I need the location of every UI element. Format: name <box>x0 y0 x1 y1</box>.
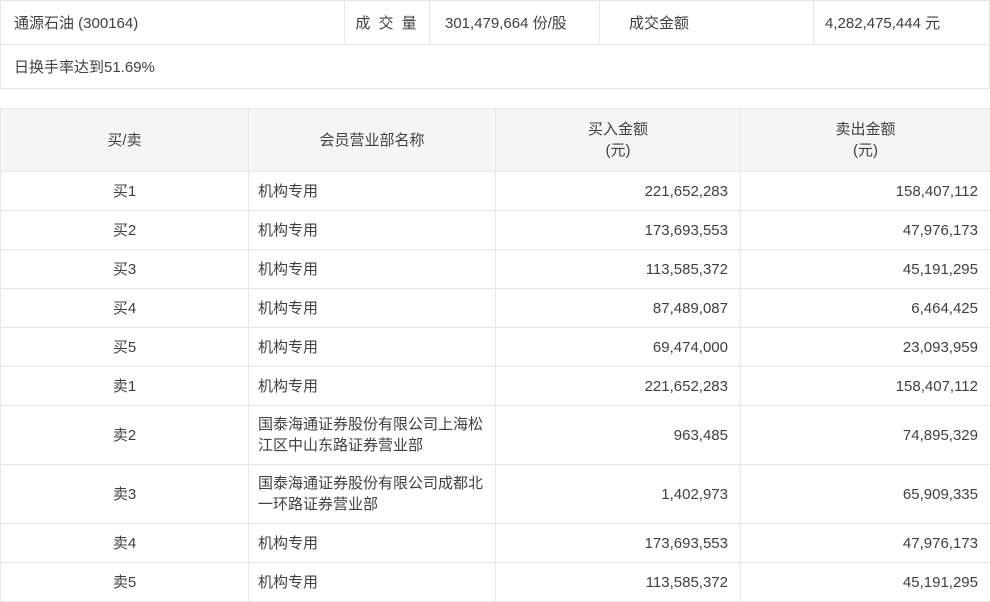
broker-name-cell: 机构专用 <box>249 367 496 406</box>
buy-amount-cell: 1,402,973 <box>496 465 741 524</box>
broker-name-cell: 机构专用 <box>249 328 496 367</box>
header-buy-sell: 买/卖 <box>1 109 249 172</box>
sell-amount-cell: 158,407,112 <box>741 367 990 406</box>
header-broker-name: 会员营业部名称 <box>249 109 496 172</box>
broker-name-cell: 国泰海通证券股份有限公司成都北一环路证券营业部 <box>249 465 496 524</box>
buy-amount-cell: 963,485 <box>496 406 741 465</box>
side-cell: 买1 <box>1 172 249 211</box>
broker-name-cell: 机构专用 <box>249 211 496 250</box>
header-sell-amount: 卖出金额 (元) <box>741 109 990 172</box>
table-row: 买2 机构专用 173,693,553 47,976,173 <box>1 211 990 250</box>
broker-name-cell: 机构专用 <box>249 524 496 563</box>
broker-rankings-table: 买/卖 会员营业部名称 买入金额 (元) 卖出金额 (元) 买1 机构专用 22… <box>0 108 990 602</box>
broker-name-cell: 机构专用 <box>249 172 496 211</box>
buy-amount-cell: 113,585,372 <box>496 563 741 602</box>
turnover-rate-note: 日换手率达到51.69% <box>1 45 989 88</box>
table-row: 买1 机构专用 221,652,283 158,407,112 <box>1 172 990 211</box>
buy-amount-cell: 221,652,283 <box>496 367 741 406</box>
table-row: 买4 机构专用 87,489,087 6,464,425 <box>1 289 990 328</box>
sell-amount-cell: 45,191,295 <box>741 250 990 289</box>
broker-name-cell: 机构专用 <box>249 289 496 328</box>
sell-amount-cell: 65,909,335 <box>741 465 990 524</box>
table-row: 卖2 国泰海通证券股份有限公司上海松江区中山东路证券营业部 963,485 74… <box>1 406 990 465</box>
header-buy-amount-unit: (元) <box>497 140 739 161</box>
header-buy-amount-label: 买入金额 <box>497 119 739 140</box>
side-cell: 卖2 <box>1 406 249 465</box>
volume-label: 成 交 量 <box>345 1 430 44</box>
table-row: 卖1 机构专用 221,652,283 158,407,112 <box>1 367 990 406</box>
side-cell: 卖5 <box>1 563 249 602</box>
sell-amount-cell: 45,191,295 <box>741 563 990 602</box>
side-cell: 买5 <box>1 328 249 367</box>
side-cell: 买3 <box>1 250 249 289</box>
table-row: 卖4 机构专用 173,693,553 47,976,173 <box>1 524 990 563</box>
side-cell: 买4 <box>1 289 249 328</box>
turnover-amount-label: 成交金额 <box>600 1 814 44</box>
sell-amount-cell: 74,895,329 <box>741 406 990 465</box>
side-cell: 卖1 <box>1 367 249 406</box>
side-cell: 买2 <box>1 211 249 250</box>
summary-bar: 通源石油 (300164) 成 交 量 301,479,664 份/股 成交金额… <box>0 0 990 89</box>
broker-name-cell: 机构专用 <box>249 563 496 602</box>
side-cell: 卖4 <box>1 524 249 563</box>
buy-amount-cell: 173,693,553 <box>496 211 741 250</box>
header-sell-amount-unit: (元) <box>742 140 989 161</box>
side-cell: 卖3 <box>1 465 249 524</box>
broker-name-cell: 机构专用 <box>249 250 496 289</box>
table-header-row: 买/卖 会员营业部名称 买入金额 (元) 卖出金额 (元) <box>1 109 990 172</box>
volume-value: 301,479,664 份/股 <box>430 1 600 44</box>
sell-amount-cell: 23,093,959 <box>741 328 990 367</box>
broker-name-cell: 国泰海通证券股份有限公司上海松江区中山东路证券营业部 <box>249 406 496 465</box>
sell-amount-cell: 47,976,173 <box>741 524 990 563</box>
summary-row: 通源石油 (300164) 成 交 量 301,479,664 份/股 成交金额… <box>1 1 989 45</box>
buy-amount-cell: 69,474,000 <box>496 328 741 367</box>
sell-amount-cell: 47,976,173 <box>741 211 990 250</box>
buy-amount-cell: 113,585,372 <box>496 250 741 289</box>
table-row: 卖5 机构专用 113,585,372 45,191,295 <box>1 563 990 602</box>
sell-amount-cell: 6,464,425 <box>741 289 990 328</box>
sell-amount-cell: 158,407,112 <box>741 172 990 211</box>
table-row: 买3 机构专用 113,585,372 45,191,295 <box>1 250 990 289</box>
buy-amount-cell: 221,652,283 <box>496 172 741 211</box>
turnover-amount-value: 4,282,475,444 元 <box>814 1 989 44</box>
table-row: 卖3 国泰海通证券股份有限公司成都北一环路证券营业部 1,402,973 65,… <box>1 465 990 524</box>
header-buy-amount: 买入金额 (元) <box>496 109 741 172</box>
header-sell-amount-label: 卖出金额 <box>742 119 989 140</box>
buy-amount-cell: 173,693,553 <box>496 524 741 563</box>
stock-title: 通源石油 (300164) <box>1 1 345 44</box>
buy-amount-cell: 87,489,087 <box>496 289 741 328</box>
table-row: 买5 机构专用 69,474,000 23,093,959 <box>1 328 990 367</box>
